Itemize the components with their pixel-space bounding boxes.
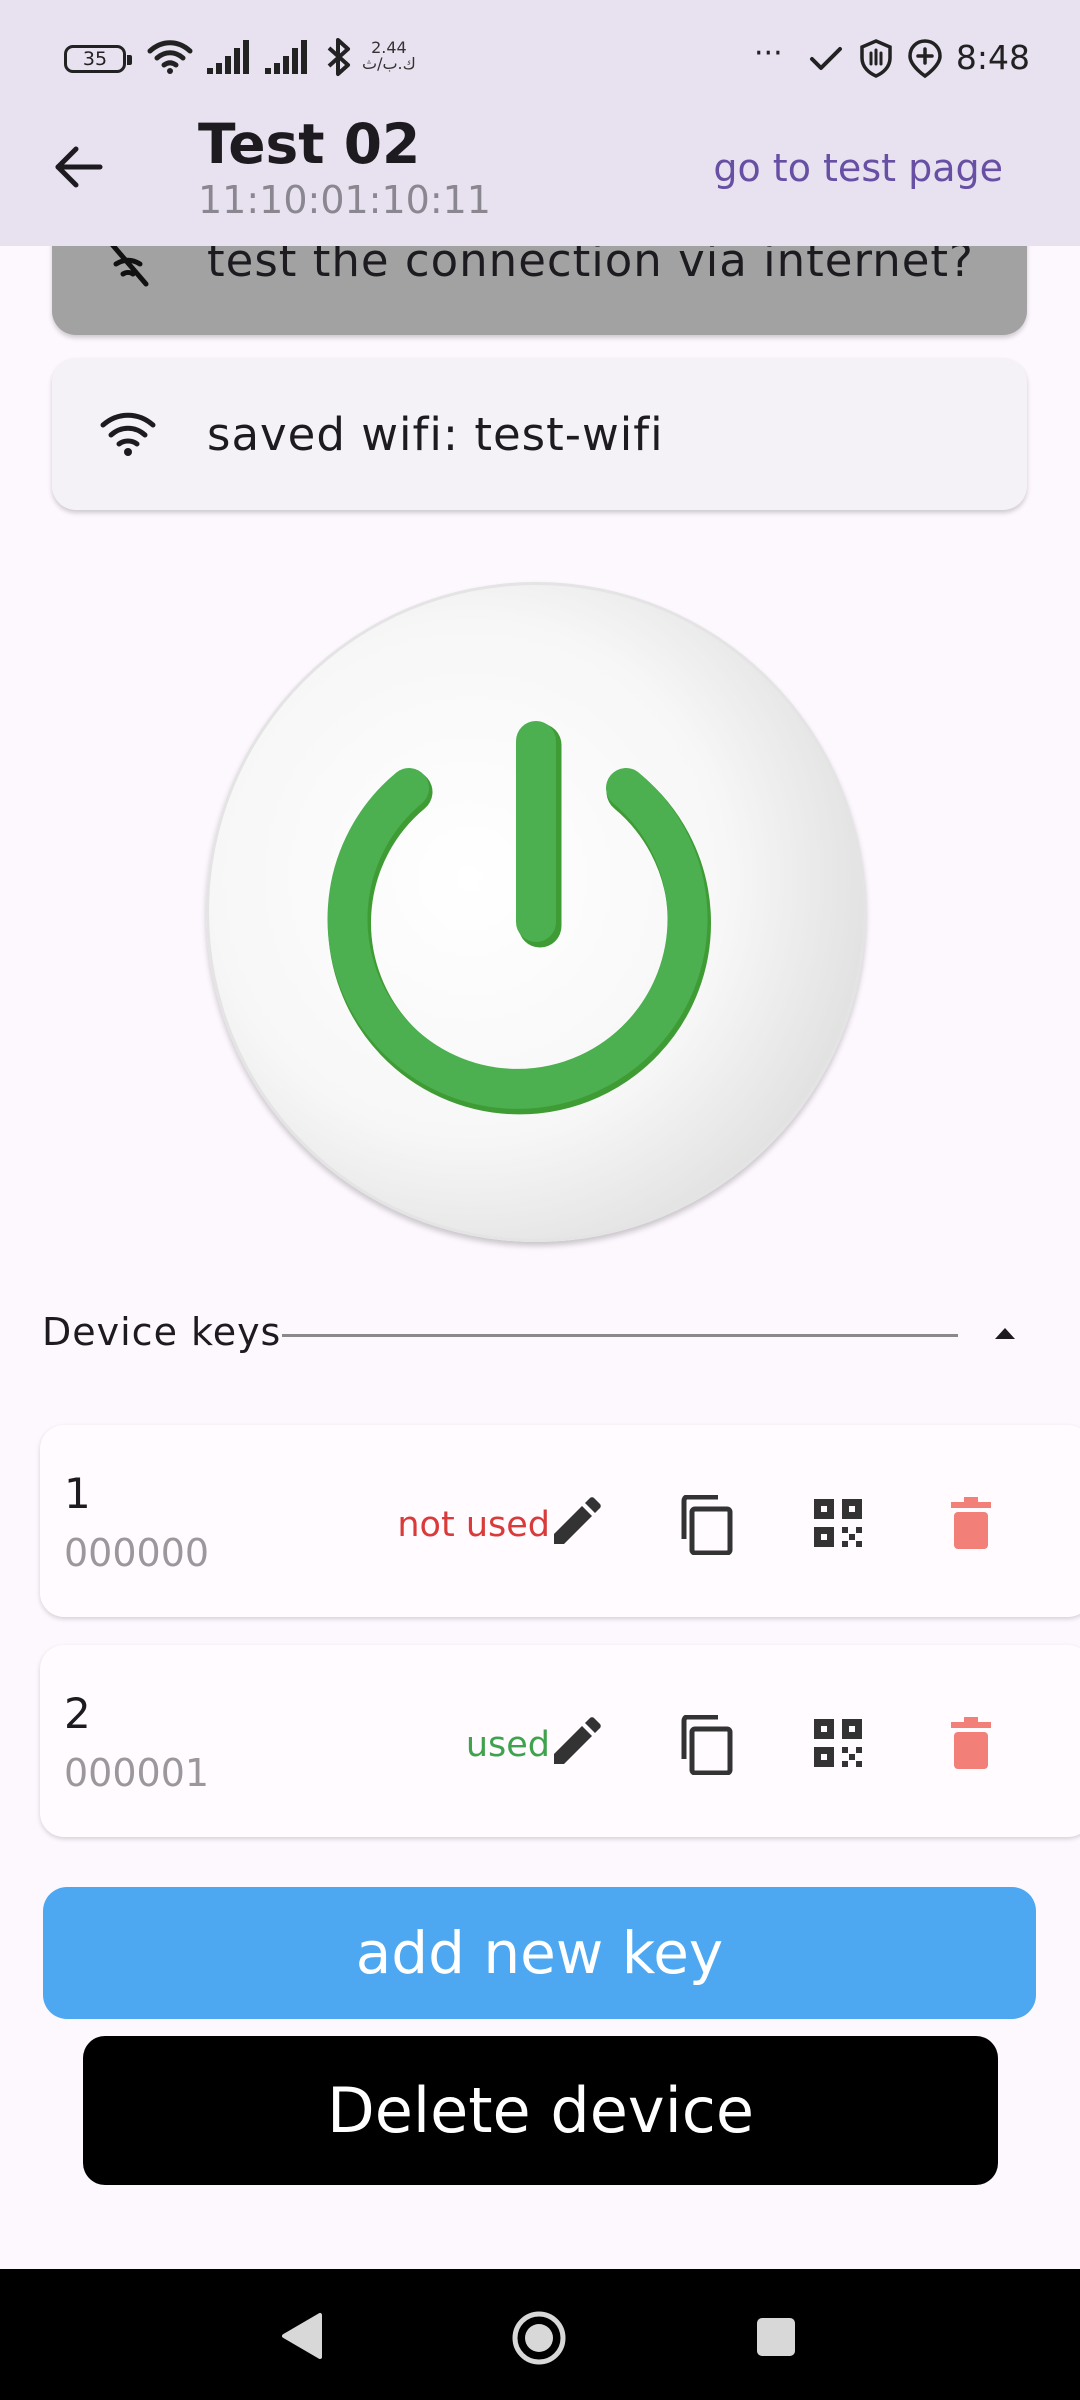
qr-code-icon[interactable] [812,1497,864,1549]
back-arrow-icon[interactable] [50,140,104,194]
data-speed-unit: ك.ب/ث [362,54,416,73]
key-status: used [465,1725,550,1765]
back-nav-icon[interactable] [280,2311,326,2361]
home-nav-icon[interactable] [510,2309,568,2367]
edit-icon[interactable] [548,1716,602,1770]
battery-icon: 35 [64,45,132,73]
page-title: Test 02 [198,112,421,176]
key-row-2: 2 000001 used [40,1645,1080,1837]
key-number: 2 [64,1689,91,1738]
key-code: 000000 [64,1531,210,1575]
key-status: not used [397,1505,550,1545]
delete-device-button[interactable]: Delete device [83,2036,998,2185]
section-divider [282,1334,958,1337]
delete-icon[interactable] [950,1495,992,1551]
hand-shield-icon [860,39,892,78]
app-bar: 35 2.44 ك.ب/ث ··· 8:48 Test 02 11:10:01:… [0,0,1080,246]
recents-nav-icon[interactable] [754,2315,798,2359]
navigation-bar [0,2269,1080,2400]
delete-icon[interactable] [950,1715,992,1771]
key-code: 000001 [64,1751,210,1795]
location-plus-icon [908,39,942,79]
wifi-icon [100,412,156,456]
wifi-off-icon [107,242,149,287]
battery-level: 35 [82,48,108,70]
chevron-up-icon[interactable] [993,1325,1017,1341]
power-button[interactable] [206,582,866,1242]
saved-wifi-card[interactable]: saved wifi: test-wifi [52,358,1027,510]
status-bar: 35 2.44 ك.ب/ث ··· 8:48 [0,0,1080,120]
wifi-status-icon [147,40,193,74]
device-keys-label: Device keys [42,1310,282,1354]
bluetooth-icon [327,38,350,76]
edit-icon[interactable] [548,1496,602,1550]
cellular-signal-1-icon [207,40,249,74]
saved-wifi-label: saved wifi: test-wifi [207,408,664,461]
check-icon [810,47,842,70]
key-row-1: 1 000000 not used [40,1425,1080,1617]
page-subtitle: 11:10:01:10:11 [198,178,491,222]
power-icon [327,721,711,1115]
copy-icon[interactable] [678,1495,736,1555]
add-new-key-button[interactable]: add new key [43,1887,1036,2019]
qr-code-icon[interactable] [812,1717,864,1769]
clock: 8:48 [955,38,1030,77]
overflow-indicator: ··· [754,36,783,71]
data-speed-indicator: 2.44 ك.ب/ث [362,40,416,72]
go-to-test-page-button[interactable]: go to test page [713,146,1003,190]
copy-icon[interactable] [678,1715,736,1775]
key-number: 1 [64,1469,91,1518]
cellular-signal-2-icon [265,40,307,74]
